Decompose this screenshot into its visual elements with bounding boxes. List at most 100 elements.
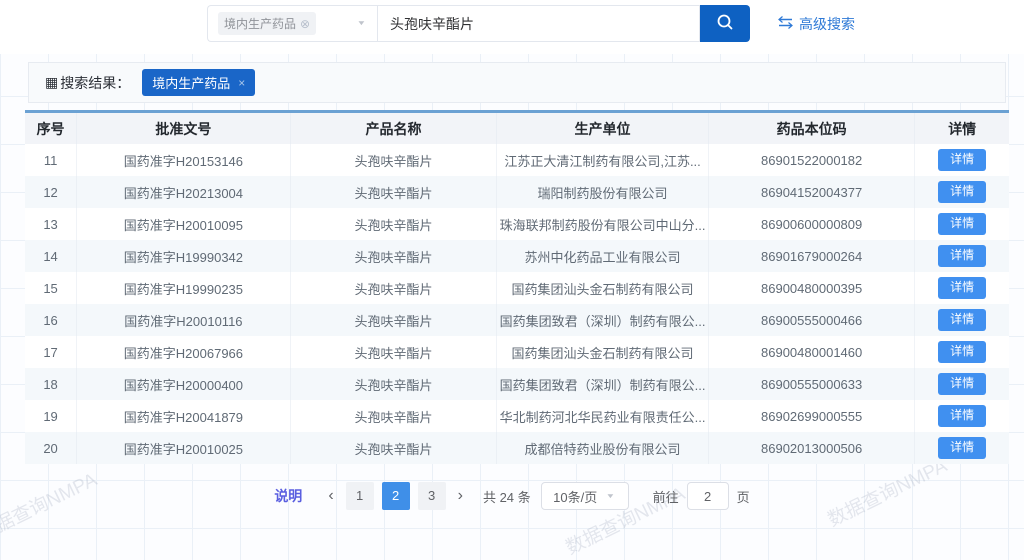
- cell-code: 86900555000466: [709, 304, 916, 336]
- cell-code: 86900480001460: [709, 336, 916, 368]
- cell-product-name: 头孢呋辛酯片: [291, 304, 498, 336]
- category-tag-close-icon[interactable]: ⊗: [300, 17, 310, 31]
- table-header-row: 序号 批准文号 产品名称 生产单位 药品本位码 详情: [25, 113, 1009, 144]
- category-tag[interactable]: 境内生产药品 ⊗: [218, 12, 316, 35]
- detail-button[interactable]: 详情: [938, 309, 986, 331]
- cell-approval-no: 国药准字H20153146: [77, 144, 291, 176]
- page-button-3[interactable]: 3: [418, 482, 446, 510]
- search-button[interactable]: [700, 5, 750, 42]
- detail-button[interactable]: 详情: [938, 213, 986, 235]
- detail-button[interactable]: 详情: [938, 341, 986, 363]
- cell-detail: 详情: [915, 400, 1008, 432]
- page-size-value: 10条/页: [553, 487, 597, 506]
- search-bar: 境内生产药品 ⊗ ▼ 高级搜索: [207, 5, 855, 42]
- cell-index: 18: [25, 368, 77, 400]
- chevron-down-icon: ▼: [606, 493, 616, 500]
- pager-pages: 123: [342, 482, 450, 510]
- table-row: 12国药准字H20213004头孢呋辛酯片瑞阳制药股份有限公司869041520…: [25, 176, 1009, 208]
- advanced-search-label: 高级搜索: [799, 14, 855, 34]
- cell-manufacturer: 国药集团汕头金石制药有限公司: [497, 272, 709, 304]
- total-count-label: 共 24 条: [483, 487, 531, 506]
- cell-approval-no: 国药准字H20067966: [77, 336, 291, 368]
- search-icon: [715, 12, 735, 35]
- cell-index: 20: [25, 432, 77, 464]
- category-tag-label: 境内生产药品: [224, 15, 296, 32]
- next-page-icon[interactable]: ›: [450, 482, 471, 510]
- active-filter-tag-label: 境内生产药品: [152, 73, 230, 92]
- table-row: 13国药准字H20010095头孢呋辛酯片珠海联邦制药股份有限公司中山分...8…: [25, 208, 1009, 240]
- search-input[interactable]: [377, 5, 700, 42]
- cell-manufacturer: 成都倍特药业股份有限公司: [497, 432, 709, 464]
- cell-approval-no: 国药准字H20010116: [77, 304, 291, 336]
- table-row: 11国药准字H20153146头孢呋辛酯片江苏正大清江制药有限公司,江苏...8…: [25, 144, 1009, 176]
- cell-detail: 详情: [915, 336, 1008, 368]
- cell-product-name: 头孢呋辛酯片: [291, 240, 498, 272]
- table-body: 11国药准字H20153146头孢呋辛酯片江苏正大清江制药有限公司,江苏...8…: [25, 144, 1009, 464]
- cell-product-name: 头孢呋辛酯片: [291, 432, 498, 464]
- cell-detail: 详情: [915, 272, 1008, 304]
- prev-page-icon[interactable]: ‹: [320, 482, 341, 510]
- cell-detail: 详情: [915, 176, 1008, 208]
- cell-product-name: 头孢呋辛酯片: [291, 208, 498, 240]
- pagination-bar: 说明 ‹ 123 › 共 24 条 10条/页 ▼ 前往 页: [0, 482, 1024, 510]
- column-header-product-name: 产品名称: [291, 113, 498, 144]
- detail-button[interactable]: 详情: [938, 245, 986, 267]
- column-header-manufacturer: 生产单位: [497, 113, 709, 144]
- cell-index: 16: [25, 304, 77, 336]
- column-header-detail: 详情: [915, 113, 1008, 144]
- cell-index: 11: [25, 144, 77, 176]
- cell-approval-no: 国药准字H20010095: [77, 208, 291, 240]
- cell-index: 12: [25, 176, 77, 208]
- cell-code: 86900555000633: [709, 368, 916, 400]
- active-filter-tag[interactable]: 境内生产药品 ×: [142, 69, 255, 96]
- column-header-approval-no: 批准文号: [77, 113, 291, 144]
- cell-approval-no: 国药准字H20041879: [77, 400, 291, 432]
- cell-manufacturer: 国药集团致君（深圳）制药有限公...: [497, 368, 709, 400]
- table-row: 14国药准字H19990342头孢呋辛酯片苏州中化药品工业有限公司8690167…: [25, 240, 1009, 272]
- cell-detail: 详情: [915, 304, 1008, 336]
- cell-code: 86900480000395: [709, 272, 916, 304]
- goto-page-input[interactable]: [687, 482, 729, 510]
- cell-detail: 详情: [915, 144, 1008, 176]
- cell-product-name: 头孢呋辛酯片: [291, 400, 498, 432]
- detail-button[interactable]: 详情: [938, 437, 986, 459]
- grid-icon: ▦: [45, 74, 58, 91]
- page-size-select[interactable]: 10条/页 ▼: [541, 482, 629, 510]
- cell-approval-no: 国药准字H20000400: [77, 368, 291, 400]
- category-select[interactable]: 境内生产药品 ⊗ ▼: [207, 5, 377, 42]
- table-row: 20国药准字H20010025头孢呋辛酯片成都倍特药业股份有限公司8690201…: [25, 432, 1009, 464]
- note-link[interactable]: 说明: [274, 486, 302, 506]
- cell-index: 13: [25, 208, 77, 240]
- column-header-code: 药品本位码: [709, 113, 916, 144]
- detail-button[interactable]: 详情: [938, 373, 986, 395]
- column-header-index: 序号: [25, 113, 77, 144]
- detail-button[interactable]: 详情: [938, 405, 986, 427]
- advanced-search-link[interactable]: 高级搜索: [778, 5, 855, 42]
- cell-code: 86902013000506: [709, 432, 916, 464]
- cell-product-name: 头孢呋辛酯片: [291, 368, 498, 400]
- detail-button[interactable]: 详情: [938, 277, 986, 299]
- cell-approval-no: 国药准字H19990342: [77, 240, 291, 272]
- cell-product-name: 头孢呋辛酯片: [291, 336, 498, 368]
- detail-button[interactable]: 详情: [938, 149, 986, 171]
- chevron-down-icon: ▼: [357, 20, 367, 27]
- cell-manufacturer: 华北制药河北华民药业有限责任公...: [497, 400, 709, 432]
- cell-code: 86901522000182: [709, 144, 916, 176]
- table-row: 16国药准字H20010116头孢呋辛酯片国药集团致君（深圳）制药有限公...8…: [25, 304, 1009, 336]
- cell-index: 17: [25, 336, 77, 368]
- cell-manufacturer: 苏州中化药品工业有限公司: [497, 240, 709, 272]
- results-label: 搜索结果：: [60, 73, 130, 93]
- cell-approval-no: 国药准字H20010025: [77, 432, 291, 464]
- page-button-2[interactable]: 2: [382, 482, 410, 510]
- cell-product-name: 头孢呋辛酯片: [291, 144, 498, 176]
- cell-detail: 详情: [915, 368, 1008, 400]
- cell-code: 86904152004377: [709, 176, 916, 208]
- active-filter-tag-close-icon[interactable]: ×: [238, 76, 245, 90]
- cell-detail: 详情: [915, 208, 1008, 240]
- cell-approval-no: 国药准字H20213004: [77, 176, 291, 208]
- cell-product-name: 头孢呋辛酯片: [291, 176, 498, 208]
- detail-button[interactable]: 详情: [938, 181, 986, 203]
- page-button-1[interactable]: 1: [346, 482, 374, 510]
- cell-code: 86902699000555: [709, 400, 916, 432]
- cell-manufacturer: 珠海联邦制药股份有限公司中山分...: [497, 208, 709, 240]
